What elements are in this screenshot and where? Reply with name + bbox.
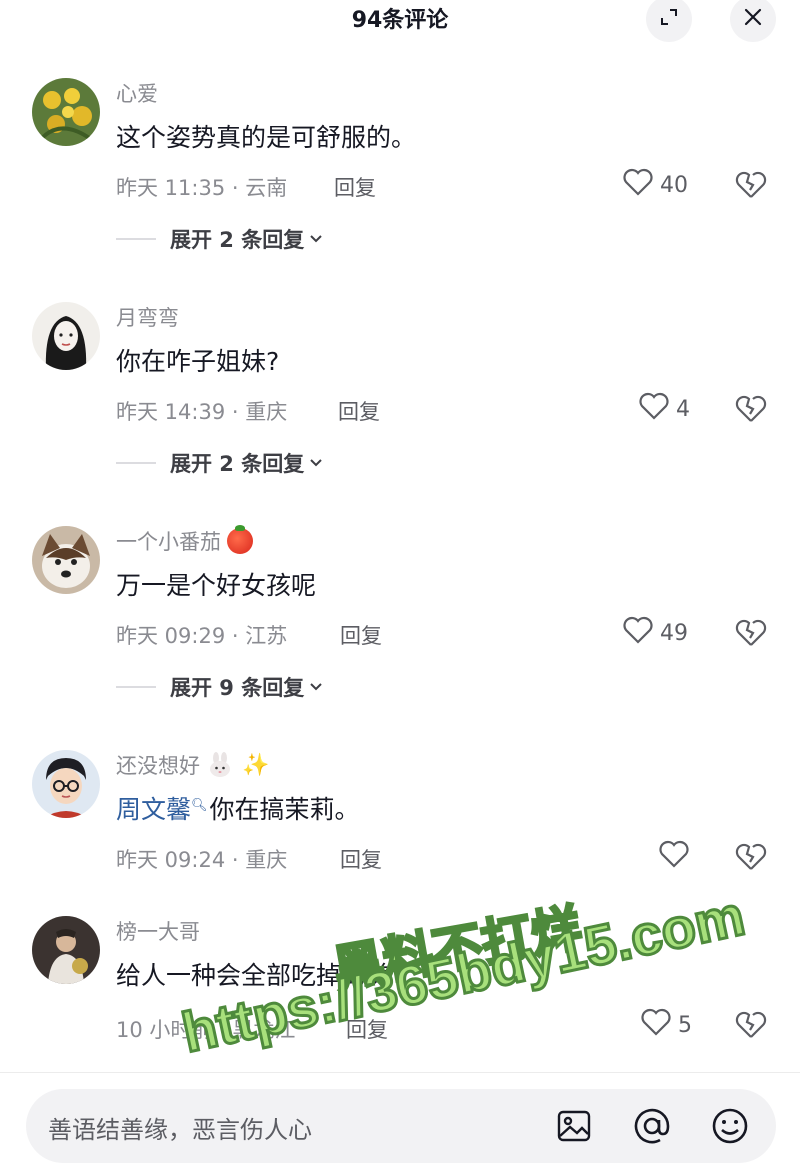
like-count: 5	[678, 1012, 692, 1038]
dislike-button[interactable]	[734, 616, 770, 650]
like-button[interactable]: 5	[640, 1008, 692, 1042]
close-icon	[741, 5, 765, 33]
like-button[interactable]: 40	[622, 168, 688, 202]
broken-heart-icon	[734, 171, 768, 204]
dislike-button[interactable]	[734, 840, 770, 874]
sparkles-emoji-icon: ✨	[242, 752, 270, 778]
comment-input-bar: 善语结善缘，恶言伤人心	[0, 1072, 800, 1176]
close-button[interactable]	[730, 0, 776, 42]
dislike-button[interactable]	[734, 168, 770, 202]
heart-icon	[658, 839, 690, 875]
chevron-down-icon	[304, 675, 324, 699]
broken-heart-icon	[734, 1011, 768, 1044]
fullscreen-icon	[657, 5, 681, 33]
avatar[interactable]	[32, 916, 100, 984]
input-placeholder: 善语结善缘，恶言伤人心	[48, 1116, 312, 1144]
divider	[116, 462, 156, 464]
like-count: 40	[660, 172, 688, 198]
heart-icon	[638, 391, 670, 427]
comment-username[interactable]: 心爱	[116, 78, 158, 108]
comment-text: 周文馨🔍︎你在搞茉莉。	[116, 795, 360, 824]
dislike-button[interactable]	[734, 1008, 770, 1042]
search-icon: 🔍︎	[191, 797, 208, 813]
comment-input[interactable]: 善语结善缘，恶言伤人心	[26, 1089, 776, 1163]
reply-button[interactable]: 回复	[340, 844, 382, 874]
comment-username[interactable]: 还没想好 ✨	[116, 750, 269, 780]
mention-at-icon[interactable]	[632, 1106, 672, 1146]
comment-text: 你在咋子姐妹?	[116, 347, 280, 376]
comment-username[interactable]: 一个小番茄	[116, 525, 253, 556]
like-button[interactable]: 4	[638, 392, 690, 426]
heart-icon	[622, 167, 654, 203]
comment-text: 这个姿势真的是可舒服的。	[116, 123, 417, 152]
broken-heart-icon	[734, 619, 768, 652]
like-count: 4	[676, 396, 690, 422]
expand-replies[interactable]: 展开 2 条回复	[116, 448, 324, 478]
heart-icon	[622, 615, 654, 651]
avatar[interactable]	[32, 78, 100, 146]
avatar[interactable]	[32, 302, 100, 370]
comment-meta: 10 小时前 · 黑龙江	[116, 1018, 296, 1042]
comment-meta: 昨天 11:35 · 云南	[116, 176, 288, 200]
emoji-icon[interactable]	[710, 1106, 750, 1146]
comment-meta: 昨天 09:29 · 江苏	[116, 624, 288, 648]
comment-text: 万一是个好女孩呢	[116, 571, 317, 600]
comment-meta: 昨天 14:39 · 重庆	[116, 400, 288, 424]
reply-button[interactable]: 回复	[334, 172, 376, 202]
like-count: 49	[660, 620, 688, 646]
image-icon[interactable]	[554, 1106, 594, 1146]
dislike-button[interactable]	[734, 392, 770, 426]
broken-heart-icon	[734, 395, 768, 428]
expand-replies[interactable]: 展开 2 条回复	[116, 224, 324, 254]
chevron-down-icon	[304, 451, 324, 475]
rabbit-emoji-icon	[208, 752, 232, 778]
comments-header: 94条评论	[0, 0, 800, 42]
avatar[interactable]	[32, 526, 100, 594]
tomato-emoji-icon	[227, 525, 253, 554]
reply-button[interactable]: 回复	[340, 620, 382, 650]
comment-text: 给人一种会全部吃掉的美	[116, 961, 392, 990]
divider	[116, 238, 156, 240]
like-button[interactable]	[658, 840, 696, 874]
mention-link[interactable]: 周文馨	[116, 795, 191, 824]
expand-button[interactable]	[646, 0, 692, 42]
expand-replies[interactable]: 展开 9 条回复	[116, 672, 324, 702]
reply-button[interactable]: 回复	[346, 1014, 388, 1044]
comment-username[interactable]: 榜一大哥	[116, 916, 200, 946]
divider	[116, 686, 156, 688]
heart-icon	[640, 1007, 672, 1043]
avatar[interactable]	[32, 750, 100, 818]
broken-heart-icon	[734, 843, 768, 876]
comment-username[interactable]: 月弯弯	[116, 302, 179, 332]
reply-button[interactable]: 回复	[338, 396, 380, 426]
like-button[interactable]: 49	[622, 616, 688, 650]
comment-meta: 昨天 09:24 · 重庆	[116, 848, 288, 872]
chevron-down-icon	[304, 227, 324, 251]
